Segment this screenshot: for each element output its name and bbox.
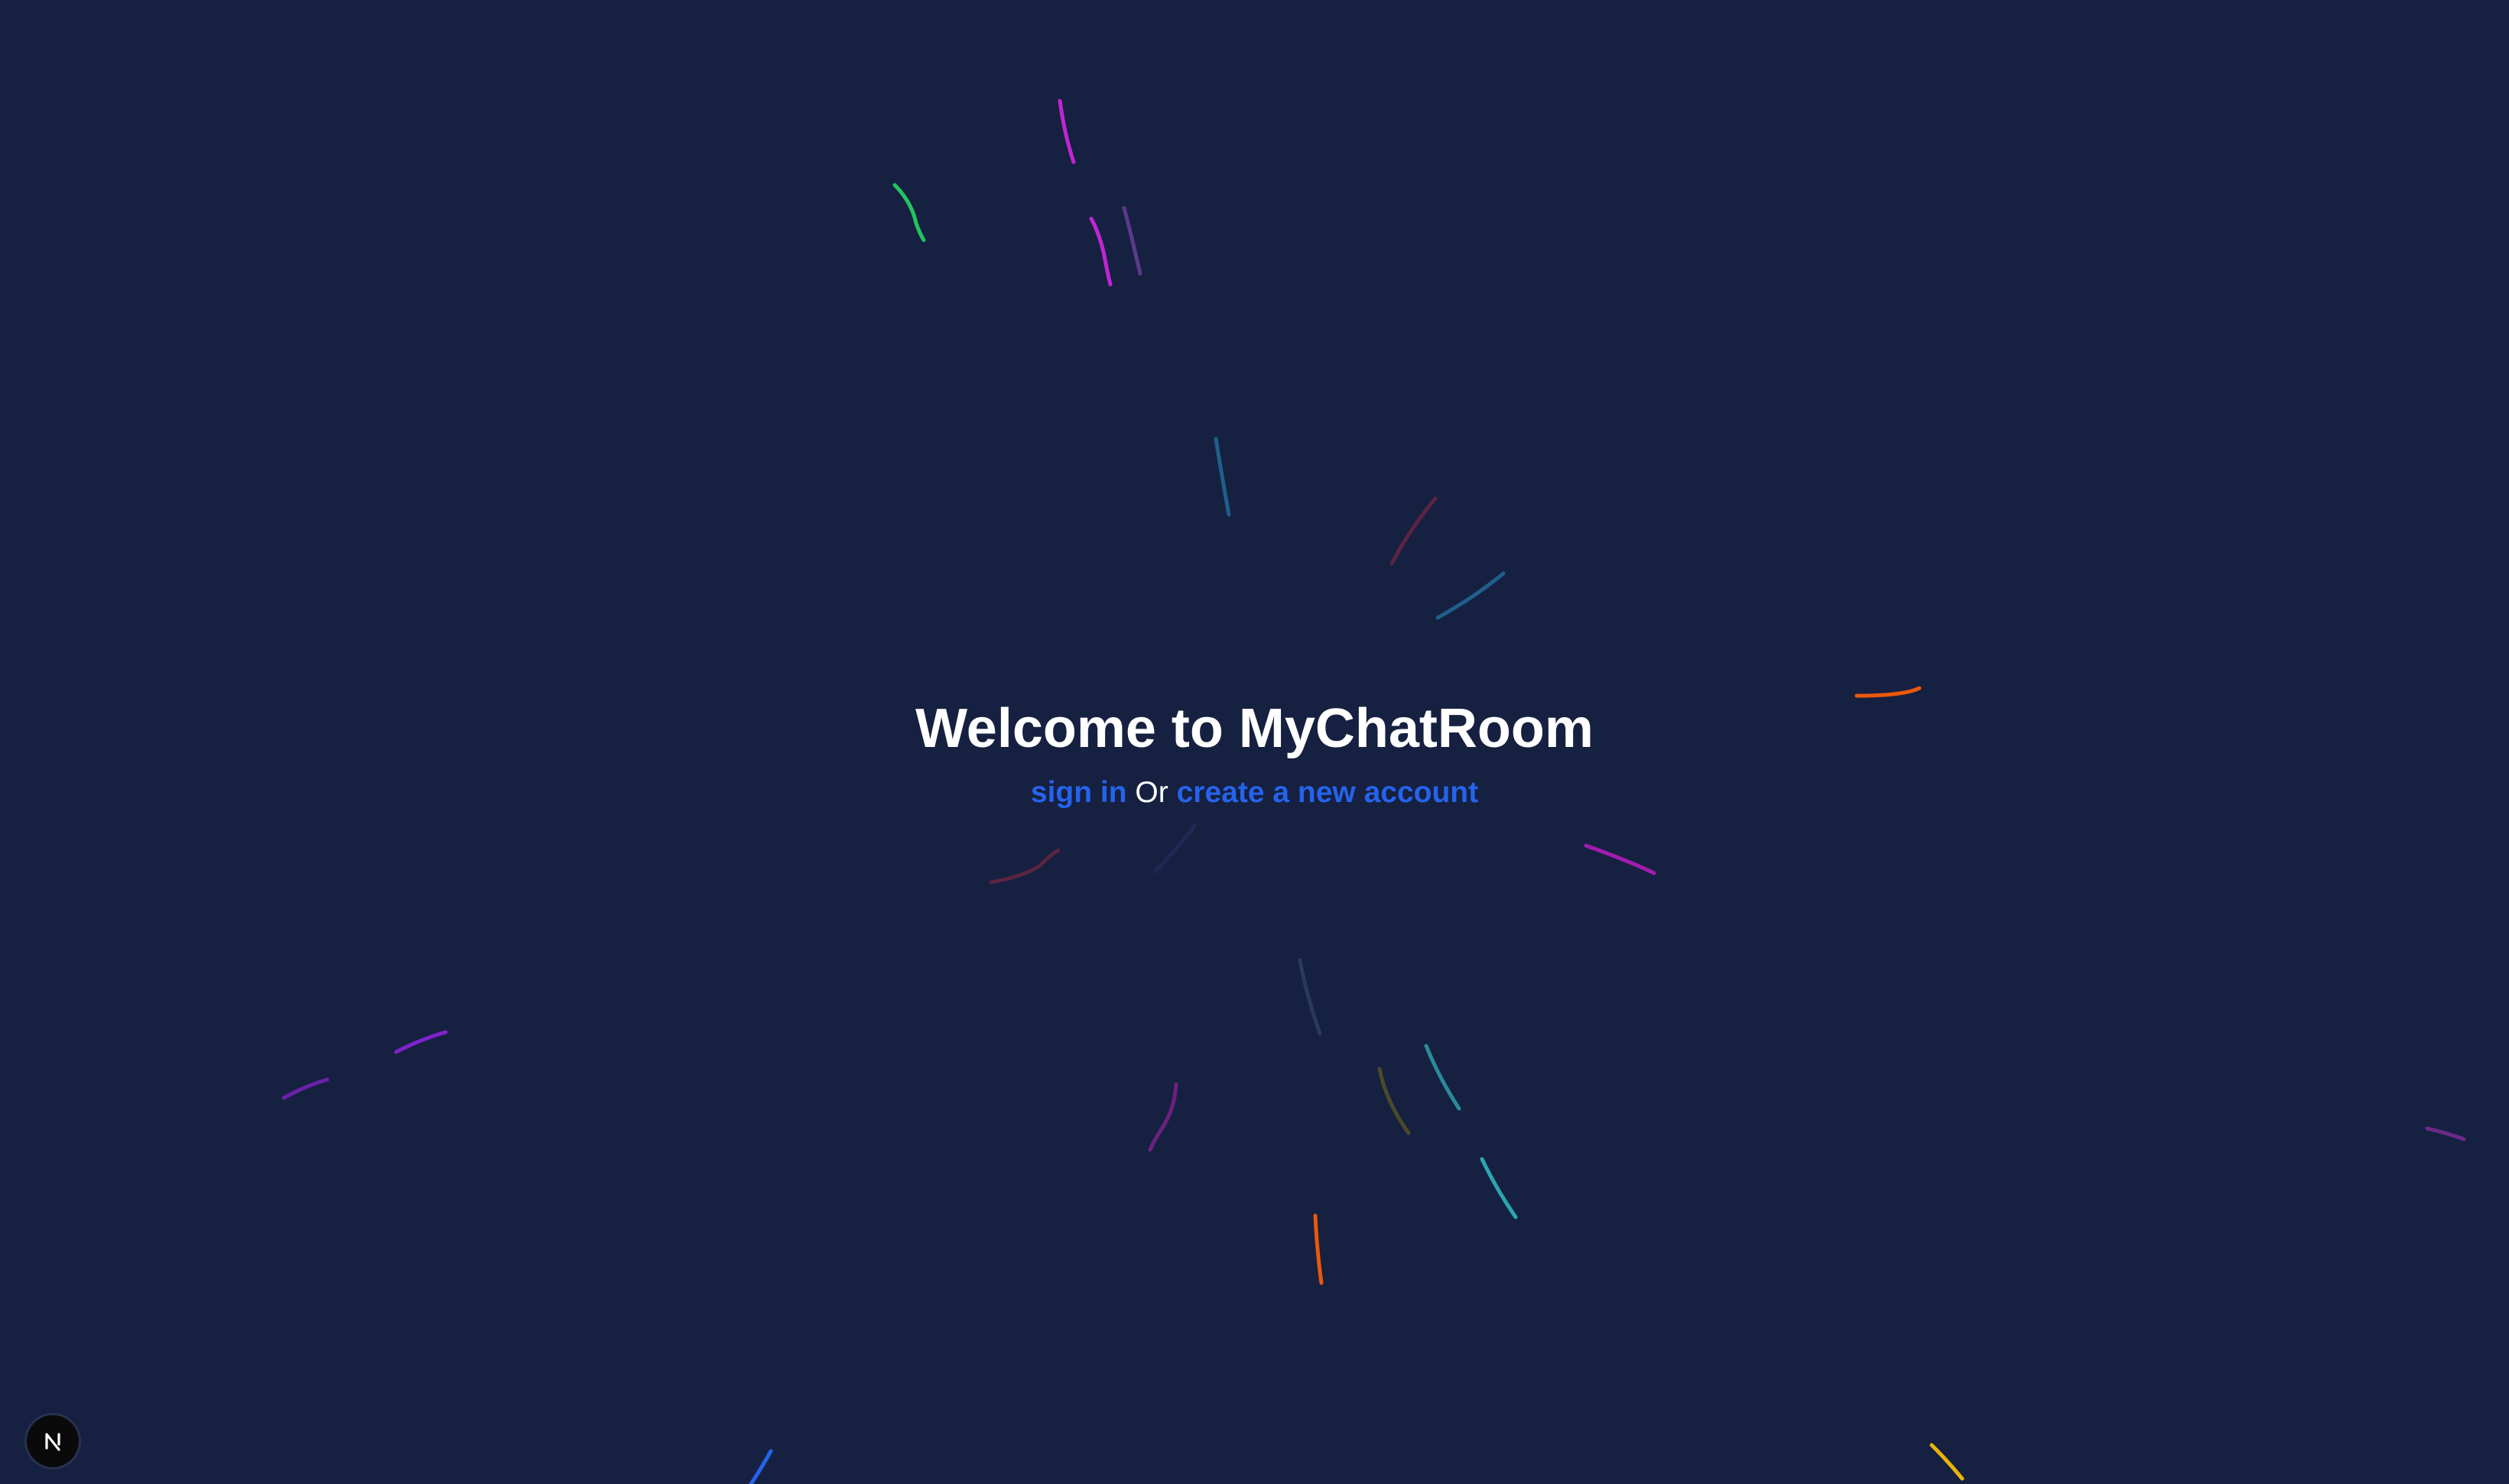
hero: Welcome to MyChatRoom sign in Or create … <box>0 692 2509 813</box>
streak <box>989 848 1061 885</box>
streak <box>1389 496 1438 566</box>
sign-in-link[interactable]: sign in <box>1031 776 1127 809</box>
streak <box>394 1030 448 1054</box>
streak <box>1480 1157 1518 1219</box>
streak <box>1058 99 1076 164</box>
streak <box>1122 206 1142 276</box>
streak <box>1584 843 1656 875</box>
nextjs-logo-icon <box>45 1433 60 1451</box>
page-title: Welcome to MyChatRoom <box>915 698 1594 759</box>
streak <box>1214 437 1231 517</box>
streak <box>1435 571 1506 620</box>
nextjs-dev-indicator[interactable] <box>27 1415 79 1467</box>
streak <box>1152 823 1197 874</box>
auth-actions: sign in Or create a new account <box>0 773 2509 813</box>
or-separator: Or <box>1135 776 1177 809</box>
streak <box>1377 1067 1411 1135</box>
streak <box>1313 1213 1324 1285</box>
streak <box>749 1449 773 1484</box>
streak <box>2425 1126 2466 1141</box>
create-account-link[interactable]: create a new account <box>1177 776 1479 809</box>
streak <box>281 1077 330 1100</box>
streak <box>1089 216 1113 287</box>
streak <box>1424 1044 1461 1111</box>
streak <box>1929 1443 1965 1481</box>
streak <box>1148 1082 1178 1152</box>
streak <box>1298 958 1322 1036</box>
streak <box>892 183 926 242</box>
